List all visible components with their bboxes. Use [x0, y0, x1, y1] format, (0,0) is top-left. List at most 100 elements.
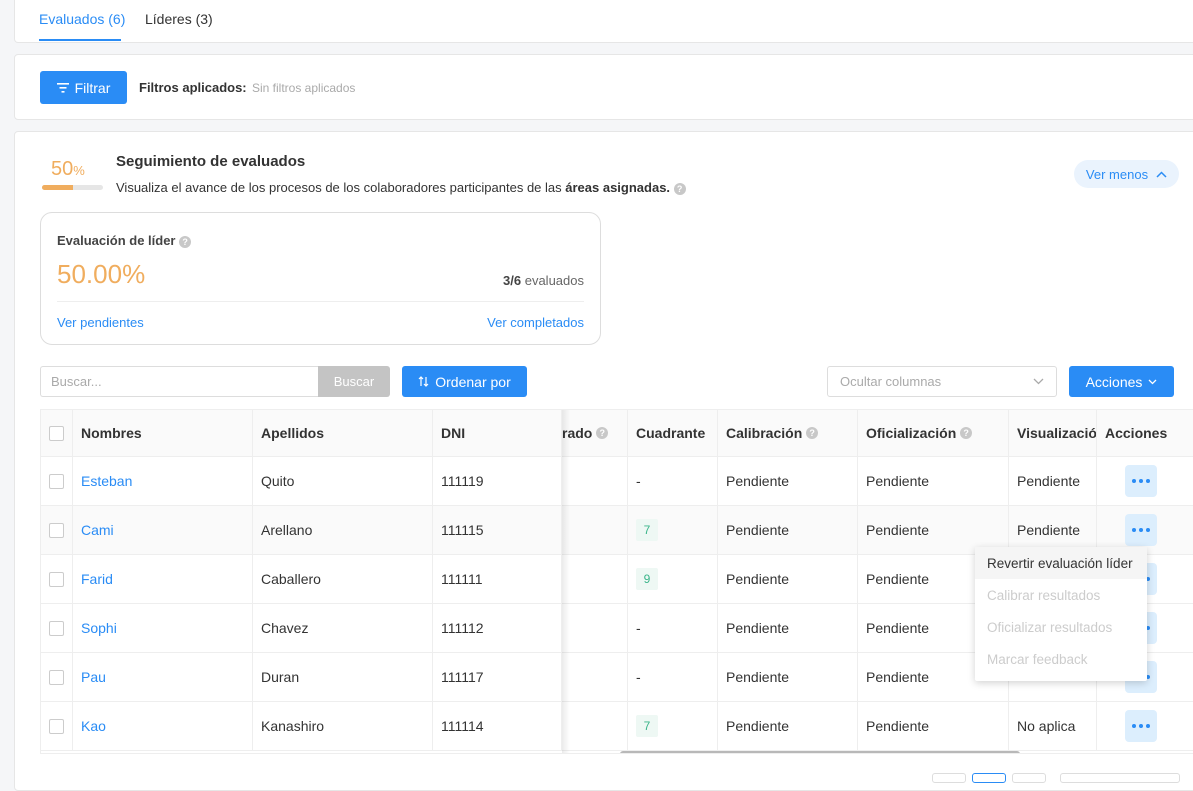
filter-button[interactable]: Filtrar	[40, 71, 127, 104]
header-oficializacion: Oficialización ?	[858, 410, 1009, 456]
cell-nombre: Esteban	[73, 457, 253, 505]
tab-lideres[interactable]: Líderes (3)	[145, 11, 213, 27]
applied-filters-label: Filtros aplicados:	[139, 80, 247, 95]
name-link[interactable]: Farid	[81, 571, 113, 587]
see-less-label: Ver menos	[1085, 166, 1149, 182]
name-link[interactable]: Esteban	[81, 473, 132, 489]
name-link[interactable]: Pau	[81, 669, 106, 685]
cell-dni: 111112	[433, 604, 562, 652]
cell-cuadrante: -	[628, 604, 718, 652]
cell-cuadrante: 7	[628, 506, 718, 554]
tab-evaluados[interactable]: Evaluados (6)	[39, 11, 125, 27]
row-checkbox[interactable]	[49, 571, 64, 587]
overall-progress-bar	[42, 185, 103, 190]
see-pending-link[interactable]: Ver pendientes	[57, 315, 144, 330]
cell-acciones	[1097, 702, 1193, 750]
name-link[interactable]: Kao	[81, 718, 106, 734]
cell-cuadrante: -	[628, 457, 718, 505]
overall-percent: 50%	[51, 158, 85, 180]
actions-button[interactable]: Acciones	[1069, 366, 1174, 397]
cell-partial	[562, 506, 628, 554]
menu-item[interactable]: Revertir evaluación líder	[975, 547, 1147, 579]
search-input[interactable]	[40, 366, 319, 397]
dot	[1139, 479, 1143, 483]
cell-nombre: Sophi	[73, 604, 253, 652]
quadrant-badge: 7	[636, 715, 658, 737]
help-icon[interactable]: ?	[179, 235, 192, 248]
tracking-title: Seguimiento de evaluados	[116, 153, 306, 170]
cell-partial	[562, 702, 628, 750]
leader-evaluation-card: Evaluación de líder ? 50.00% 3/6 evaluad…	[40, 212, 601, 345]
cell-dni: 111114	[433, 702, 562, 750]
cell-nombre: Pau	[73, 653, 253, 701]
header-cuadrante[interactable]: Cuadrante	[628, 410, 718, 456]
row-actions-button[interactable]	[1125, 465, 1157, 497]
overall-progress-fill	[42, 185, 73, 190]
pagination-page-current[interactable]	[972, 773, 1006, 783]
header-partial: rado ?	[562, 410, 628, 456]
header-dni[interactable]: DNI	[433, 410, 562, 456]
see-less-button[interactable]: Ver menos	[1074, 160, 1179, 188]
pagination-size-select[interactable]	[1060, 773, 1180, 783]
select-all-cell	[41, 410, 73, 456]
tracking-description: Visualiza el avance de los procesos de l…	[116, 180, 686, 195]
row-checkbox[interactable]	[49, 718, 64, 734]
help-icon[interactable]: ?	[806, 427, 819, 439]
header-visualizacion[interactable]: Visualizació	[1009, 410, 1097, 456]
tabs-bar: Evaluados (6) Líderes (3)	[14, 0, 1193, 43]
row-checkbox[interactable]	[49, 620, 64, 636]
header-nombres[interactable]: Nombres	[73, 410, 253, 456]
hide-columns-select[interactable]: Ocultar columnas	[827, 366, 1057, 397]
row-actions-menu: Revertir evaluación líder Calibrar result…	[975, 547, 1147, 681]
row-select-cell	[41, 702, 73, 750]
sort-button[interactable]: Ordenar por	[402, 366, 527, 397]
header-apellidos[interactable]: Apellidos	[253, 410, 433, 456]
select-all-checkbox[interactable]	[49, 425, 64, 441]
dot	[1132, 528, 1136, 532]
chevron-down-icon	[1148, 379, 1157, 384]
name-link[interactable]: Sophi	[81, 620, 117, 636]
row-select-cell	[41, 457, 73, 505]
pagination-next[interactable]	[1012, 773, 1046, 783]
help-icon[interactable]: ?	[960, 427, 973, 439]
header-calibracion: Calibración ?	[718, 410, 858, 456]
cell-dni: 111115	[433, 506, 562, 554]
help-icon[interactable]: ?	[596, 427, 609, 439]
cell-apellido: Caballero	[253, 555, 433, 603]
cell-apellido: Kanashiro	[253, 702, 433, 750]
sort-button-label: Ordenar por	[435, 373, 511, 390]
help-icon[interactable]: ?	[673, 182, 686, 195]
cell-apellido: Quito	[253, 457, 433, 505]
cell-calibracion: Pendiente	[718, 506, 858, 554]
row-actions-button[interactable]	[1125, 710, 1157, 742]
cell-dni: 111111	[433, 555, 562, 603]
cell-partial	[562, 653, 628, 701]
filter-button-label: Filtrar	[74, 79, 111, 96]
row-checkbox[interactable]	[49, 522, 64, 538]
quadrant-empty: -	[636, 620, 641, 636]
cell-apellido: Arellano	[253, 506, 433, 554]
quadrant-badge: 7	[636, 519, 658, 541]
row-checkbox[interactable]	[49, 669, 64, 685]
cell-oficializacion: Pendiente	[858, 702, 1009, 750]
dot	[1146, 528, 1150, 532]
cell-visualizacion: Pendiente	[1009, 457, 1097, 505]
filters-panel: Filtrar Filtros aplicados: Sin filtros a…	[14, 54, 1193, 120]
dot	[1139, 528, 1143, 532]
row-actions-button[interactable]	[1125, 514, 1157, 546]
header-acciones: Acciones	[1105, 425, 1168, 441]
pagination-prev[interactable]	[932, 773, 966, 783]
dot	[1132, 724, 1136, 728]
applied-filters-value: Sin filtros aplicados	[252, 81, 356, 95]
horizontal-scrollbar[interactable]	[620, 751, 1020, 753]
cell-calibracion: Pendiente	[718, 653, 858, 701]
active-tab-indicator	[39, 39, 121, 41]
row-checkbox[interactable]	[49, 473, 64, 489]
search-button[interactable]: Buscar	[318, 366, 390, 397]
cell-partial	[562, 604, 628, 652]
name-link[interactable]: Cami	[81, 522, 114, 538]
see-completed-link[interactable]: Ver completados	[487, 315, 584, 330]
cell-dni: 111119	[433, 457, 562, 505]
row-select-cell	[41, 653, 73, 701]
row-select-cell	[41, 555, 73, 603]
